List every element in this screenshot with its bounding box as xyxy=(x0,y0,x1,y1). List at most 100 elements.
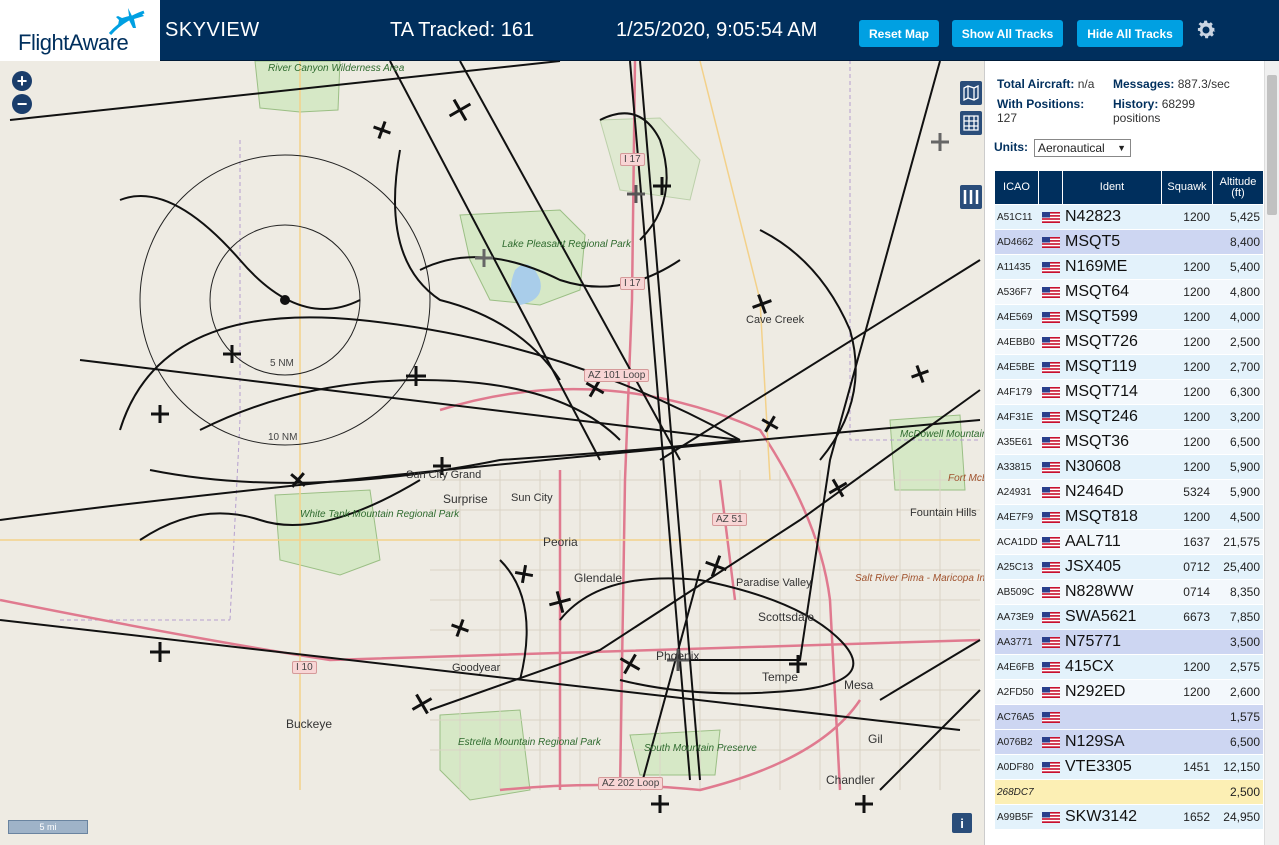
cell-ident: N169ME xyxy=(1063,255,1162,279)
cell-squawk: 1200 xyxy=(1162,655,1213,679)
table-row[interactable]: ACA1DD AAL711 1637 21,575 xyxy=(995,530,1263,555)
table-row[interactable]: A24931 N2464D 5324 5,900 xyxy=(995,480,1263,505)
cell-squawk: 1200 xyxy=(1162,680,1213,704)
table-row[interactable]: A076B2 N129SA 6,500 xyxy=(995,730,1263,755)
table-row[interactable]: A25C13 JSX405 0712 25,400 xyxy=(995,555,1263,580)
column-icao[interactable]: ICAO xyxy=(995,171,1039,204)
road-shield-az51: AZ 51 xyxy=(712,513,747,526)
cell-altitude: 2,600 xyxy=(1213,680,1263,704)
zoom-out-button[interactable]: − xyxy=(12,94,32,114)
us-flag-icon xyxy=(1042,261,1060,273)
units-label: Units: xyxy=(994,140,1028,154)
table-row[interactable]: AA73E9 SWA5621 6673 7,850 xyxy=(995,605,1263,630)
table-row[interactable]: A51C11 N42823 1200 5,425 xyxy=(995,205,1263,230)
cell-icao: A11435 xyxy=(995,255,1039,279)
cell-ident: N30608 xyxy=(1063,455,1162,479)
table-row[interactable]: A4F31E MSQT246 1200 3,200 xyxy=(995,405,1263,430)
us-flag-icon xyxy=(1042,311,1060,323)
column-altitude[interactable]: Altitude (ft) xyxy=(1213,171,1263,204)
table-row[interactable]: AD4662 MSQT5 8,400 xyxy=(995,230,1263,255)
city-label-tempe: Tempe xyxy=(762,670,799,684)
cell-altitude: 2,500 xyxy=(1213,780,1263,804)
table-row[interactable]: AC76A5 1,575 xyxy=(995,705,1263,730)
gear-icon[interactable] xyxy=(1194,18,1218,42)
cell-icao: A99B5F xyxy=(995,805,1039,829)
cell-altitude: 5,400 xyxy=(1213,255,1263,279)
table-row[interactable]: A4E7F9 MSQT818 1200 4,500 xyxy=(995,505,1263,530)
road-shield-az101: AZ 101 Loop xyxy=(584,369,650,382)
columns-toggle-button[interactable] xyxy=(960,185,982,209)
city-label-buckeye: Buckeye xyxy=(286,717,333,731)
cell-ident: N828WW xyxy=(1063,580,1162,604)
cell-icao: A076B2 xyxy=(995,730,1039,754)
cell-ident xyxy=(1063,705,1162,729)
cell-altitude: 7,850 xyxy=(1213,605,1263,629)
road-shield-i17-north: I 17 xyxy=(620,277,645,290)
table-row[interactable]: AB509C N828WW 0714 8,350 xyxy=(995,580,1263,605)
cell-icao: A4E6FB xyxy=(995,655,1039,679)
cell-flag xyxy=(1039,530,1063,554)
table-row[interactable]: A11435 N169ME 1200 5,400 xyxy=(995,255,1263,280)
cell-squawk: 1200 xyxy=(1162,455,1213,479)
column-squawk[interactable]: Squawk xyxy=(1162,171,1213,204)
stat-total-value: n/a xyxy=(1077,77,1095,91)
table-row[interactable]: A4EBB0 MSQT726 1200 2,500 xyxy=(995,330,1263,355)
cell-icao: AD4662 xyxy=(995,230,1039,254)
cell-altitude: 6,300 xyxy=(1213,380,1263,404)
panel-scrollbar[interactable] xyxy=(1264,61,1279,845)
us-flag-icon xyxy=(1042,386,1060,398)
park-label-salt-river: Salt River Pima - Maricopa Indian Commun… xyxy=(855,573,984,584)
table-row[interactable]: 268DC7 2,500 xyxy=(995,780,1263,805)
cell-altitude: 4,500 xyxy=(1213,505,1263,529)
table-row[interactable]: A33815 N30608 1200 5,900 xyxy=(995,455,1263,480)
table-row[interactable]: A4F179 MSQT714 1200 6,300 xyxy=(995,380,1263,405)
cell-flag xyxy=(1039,205,1063,229)
column-flag[interactable] xyxy=(1039,171,1063,204)
us-flag-icon xyxy=(1042,236,1060,248)
city-label-fountain-hills: Fountain Hills xyxy=(910,507,977,519)
cell-altitude: 4,000 xyxy=(1213,305,1263,329)
table-row[interactable]: AA3771 N75771 3,500 xyxy=(995,630,1263,655)
cell-altitude: 3,500 xyxy=(1213,630,1263,654)
stat-history-label: History: xyxy=(1113,97,1159,111)
info-button[interactable]: i xyxy=(952,813,972,833)
cell-ident: SKW3142 xyxy=(1063,805,1162,829)
scrollbar-thumb[interactable] xyxy=(1267,75,1277,215)
table-row[interactable]: A35E61 MSQT36 1200 6,500 xyxy=(995,430,1263,455)
flightaware-logo[interactable]: FlightAware xyxy=(0,0,160,61)
table-row[interactable]: A4E6FB 415CX 1200 2,575 xyxy=(995,655,1263,680)
table-row[interactable]: A4E5BE MSQT119 1200 2,700 xyxy=(995,355,1263,380)
reset-map-button[interactable]: Reset Map xyxy=(859,20,939,47)
show-all-tracks-button[interactable]: Show All Tracks xyxy=(952,20,1063,47)
column-ident[interactable]: Ident xyxy=(1063,171,1162,204)
map-layers-button[interactable] xyxy=(960,81,982,105)
stat-messages-value: 887.3/sec xyxy=(1177,77,1230,91)
table-row[interactable]: A99B5F SKW3142 1652 24,950 xyxy=(995,805,1263,830)
cell-squawk: 1200 xyxy=(1162,380,1213,404)
zoom-in-button[interactable]: + xyxy=(12,71,32,91)
cell-squawk: 1200 xyxy=(1162,430,1213,454)
cell-icao: ACA1DD xyxy=(995,530,1039,554)
hide-all-tracks-button[interactable]: Hide All Tracks xyxy=(1077,20,1183,47)
cell-ident: N292ED xyxy=(1063,680,1162,704)
cell-icao: A35E61 xyxy=(995,430,1039,454)
us-flag-icon xyxy=(1042,436,1060,448)
table-row[interactable]: A4E569 MSQT599 1200 4,000 xyxy=(995,305,1263,330)
us-flag-icon xyxy=(1042,336,1060,348)
table-row[interactable]: A2FD50 N292ED 1200 2,600 xyxy=(995,680,1263,705)
tracked-count: TA Tracked: 161 xyxy=(390,19,535,41)
map-view[interactable]: River Canyon Wilderness Area Lake Pleasa… xyxy=(0,61,984,845)
city-label-sun-city: Sun City xyxy=(511,492,553,504)
cell-squawk: 1637 xyxy=(1162,530,1213,554)
stat-with-positions: With Positions: 127 xyxy=(997,97,1107,125)
table-row[interactable]: A536F7 MSQT64 1200 4,800 xyxy=(995,280,1263,305)
us-flag-icon xyxy=(1042,536,1060,548)
stat-history: History: 68299 positions xyxy=(1113,97,1233,125)
stat-total-aircraft: Total Aircraft: n/a xyxy=(997,77,1094,91)
cell-flag xyxy=(1039,655,1063,679)
app-title: SKYVIEW xyxy=(165,19,260,41)
units-select[interactable]: Aeronautical ▼ xyxy=(1034,139,1131,157)
table-row[interactable]: A0DF80 VTE3305 1451 12,150 xyxy=(995,755,1263,780)
cell-squawk: 5324 xyxy=(1162,480,1213,504)
grid-toggle-button[interactable] xyxy=(960,111,982,135)
